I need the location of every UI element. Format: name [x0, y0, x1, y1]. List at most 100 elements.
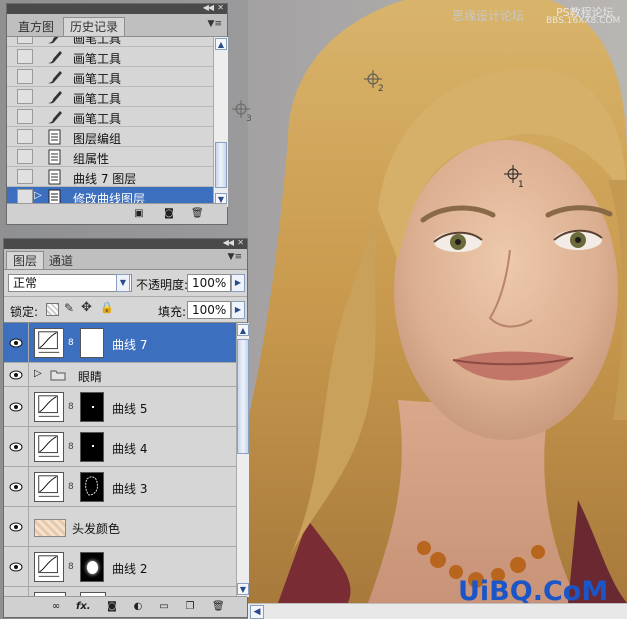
color-sampler-marker-3[interactable]: 3 — [232, 100, 254, 122]
blend-mode-select[interactable]: 正常 — [8, 274, 132, 292]
link-layers-icon[interactable]: ∞ — [50, 601, 62, 612]
history-panel: ◀◀ ✕ 直方图 历史记录 ▼≡ 画笔工具 画笔工具 画笔工具 画笔工具 画笔工… — [6, 3, 228, 225]
layer-style-icon[interactable]: fx. — [76, 601, 91, 612]
snapshot-checkbox[interactable] — [17, 189, 33, 204]
scroll-left-icon[interactable]: ◀ — [250, 605, 264, 619]
expand-triangle-icon[interactable]: ▷ — [34, 368, 42, 379]
folder-icon — [50, 370, 66, 381]
layer-thumbnail[interactable] — [34, 519, 66, 537]
tab-channels[interactable]: 通道 — [42, 251, 80, 269]
layer-row-selected[interactable]: 8 曲线 7 — [4, 323, 236, 363]
history-item[interactable]: 曲线 7 图层 — [7, 167, 213, 187]
canvas-horizontal-scrollbar[interactable]: ◀ — [248, 603, 627, 619]
history-item[interactable]: 画笔工具 — [7, 67, 213, 87]
snapshot-checkbox[interactable] — [17, 169, 33, 184]
tab-layers[interactable]: 图层 — [6, 251, 45, 269]
lock-position-icon[interactable]: ✥ — [81, 300, 92, 315]
layer-mask-thumbnail[interactable] — [80, 392, 104, 422]
history-state-pointer-icon: ▷ — [34, 190, 42, 201]
layer-group-row[interactable]: ▷ 眼睛 — [4, 363, 236, 387]
link-icon[interactable]: 8 — [68, 562, 76, 572]
layer-row[interactable]: 头发颜色 — [4, 507, 236, 547]
scroll-thumb[interactable] — [237, 339, 249, 454]
color-sampler-marker-1[interactable]: 1 — [504, 165, 526, 187]
add-mask-icon[interactable]: ◙ — [106, 601, 118, 612]
layer-mask-thumbnail[interactable] — [80, 328, 104, 358]
layer-row[interactable]: 8 曲线 3 — [4, 467, 236, 507]
eye-icon[interactable] — [9, 370, 23, 380]
svg-text:1: 1 — [518, 180, 524, 187]
trash-icon[interactable]: 🗑 — [212, 601, 225, 612]
lock-all-icon[interactable]: 🔒 — [100, 301, 114, 314]
layers-panel-titlebar[interactable]: ◀◀ ✕ — [4, 238, 247, 249]
chevron-down-icon[interactable]: ▼ — [116, 274, 130, 292]
portrait-image — [248, 0, 627, 603]
tab-histogram[interactable]: 直方图 — [11, 17, 61, 36]
tab-history[interactable]: 历史记录 — [63, 17, 126, 36]
color-sampler-marker-2[interactable]: 2 — [364, 70, 386, 92]
photo-canvas[interactable]: 1 — [248, 0, 627, 603]
layer-row[interactable]: 8 曲线 4 — [4, 427, 236, 467]
scroll-thumb[interactable] — [215, 142, 227, 188]
history-item[interactable]: 画笔工具 — [7, 107, 213, 127]
history-item[interactable]: 组属性 — [7, 147, 213, 167]
history-panel-titlebar[interactable]: ◀◀ ✕ — [7, 3, 227, 14]
snapshot-checkbox[interactable] — [17, 149, 33, 164]
panel-menu-icon[interactable]: ▼≡ — [228, 252, 242, 262]
eye-icon[interactable] — [9, 338, 23, 348]
snapshot-checkbox[interactable] — [17, 89, 33, 104]
collapse-icon[interactable]: ◀◀ — [223, 238, 234, 247]
eye-icon[interactable] — [9, 442, 23, 452]
camera-icon[interactable]: ◙ — [163, 208, 175, 219]
link-icon[interactable]: 8 — [68, 402, 76, 412]
collapse-icon[interactable]: ◀◀ — [203, 3, 214, 12]
eye-icon[interactable] — [9, 522, 23, 532]
opacity-input[interactable]: 100% — [187, 274, 231, 292]
eye-icon[interactable] — [9, 482, 23, 492]
link-icon[interactable]: 8 — [68, 482, 76, 492]
new-group-icon[interactable]: ▭ — [158, 601, 170, 612]
history-item[interactable]: 画笔工具 — [7, 87, 213, 107]
close-icon[interactable]: ✕ — [237, 238, 244, 247]
layer-mask-thumbnail[interactable] — [80, 432, 104, 462]
snapshot-checkbox[interactable] — [17, 109, 33, 124]
close-icon[interactable]: ✕ — [217, 3, 224, 12]
layer-row[interactable]: 8 曲线 5 — [4, 387, 236, 427]
new-document-from-state-icon[interactable]: ▣ — [133, 208, 145, 219]
brush-icon — [48, 71, 62, 84]
panel-menu-icon[interactable]: ▼≡ — [208, 19, 222, 29]
layer-mask-thumbnail[interactable] — [80, 552, 104, 582]
fill-slider-button[interactable]: ▶ — [231, 301, 245, 319]
history-item[interactable]: 画笔工具 — [7, 47, 213, 67]
scroll-up-icon[interactable]: ▲ — [237, 324, 249, 336]
layers-scrollbar[interactable]: ▲ ▼ — [236, 323, 249, 597]
snapshot-checkbox[interactable] — [17, 129, 33, 144]
fill-input[interactable]: 100% — [187, 301, 231, 319]
scroll-up-icon[interactable]: ▲ — [215, 38, 227, 50]
layers-panel: ◀◀ ✕ 图层 通道 ▼≡ 正常 ▼ 不透明度: 100% ▶ 锁定: ✎ ✥ … — [3, 238, 249, 618]
layer-mask-thumbnail[interactable] — [80, 472, 104, 502]
layer-list: 8 曲线 7 ▷ 眼睛 8 曲线 5 8 曲线 4 8 曲线 3 头发颜色 8 … — [4, 323, 236, 597]
snapshot-checkbox[interactable] — [17, 49, 33, 64]
link-icon[interactable]: 8 — [68, 442, 76, 452]
adjustment-layer-icon[interactable]: ◐ — [132, 601, 144, 612]
svg-text:3: 3 — [246, 114, 252, 122]
eye-icon[interactable] — [9, 562, 23, 572]
new-layer-icon[interactable]: ❐ — [184, 601, 196, 612]
trash-icon[interactable]: 🗑 — [191, 208, 204, 219]
svg-text:2: 2 — [378, 84, 384, 92]
scroll-down-icon[interactable]: ▼ — [237, 583, 249, 595]
watermark-top: 思缘设计论坛 — [452, 9, 525, 23]
layer-row[interactable]: 8 曲线 2 — [4, 547, 236, 587]
lock-pixels-icon[interactable]: ✎ — [64, 301, 74, 315]
opacity-slider-button[interactable]: ▶ — [231, 274, 245, 292]
history-scrollbar[interactable]: ▲ ▼ — [213, 37, 228, 207]
document-icon — [48, 129, 61, 145]
history-item[interactable]: 画笔工具 — [7, 37, 213, 47]
eye-icon[interactable] — [9, 402, 23, 412]
snapshot-checkbox[interactable] — [17, 37, 33, 44]
lock-transparency-icon[interactable] — [46, 303, 59, 316]
history-item[interactable]: 图层编组 — [7, 127, 213, 147]
link-icon[interactable]: 8 — [68, 338, 76, 348]
snapshot-checkbox[interactable] — [17, 69, 33, 84]
